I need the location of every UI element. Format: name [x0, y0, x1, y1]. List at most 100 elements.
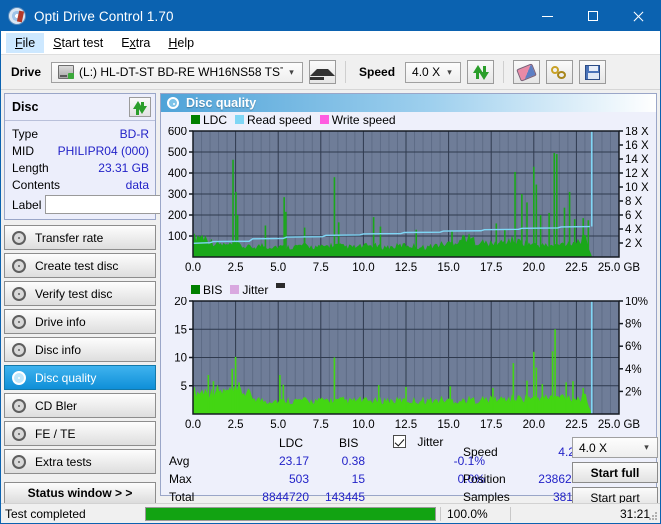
- stats-avg-ldc: 23.17: [278, 454, 309, 468]
- legend-label-ldc: LDC: [203, 112, 228, 127]
- stats-max-ldc: 503: [288, 472, 309, 486]
- stats-header-ldc: LDC: [279, 436, 304, 450]
- legend-label-bis: BIS: [203, 282, 223, 297]
- save-button[interactable]: [579, 60, 607, 84]
- drive-select[interactable]: (L:) HL-DT-ST BD-RE WH16NS58 TST4 ▾: [51, 61, 304, 83]
- sidebar-item-label: Extra tests: [35, 454, 92, 469]
- svg-text:8 X: 8 X: [625, 196, 643, 208]
- disc-icon: [12, 370, 26, 385]
- bottom-chart: 5 10 15 20 2% 4% 6% 8% 10% 0.0 2.5 5.0 7.5 10.0 12.5 15…: [174, 296, 648, 431]
- erase-button[interactable]: [513, 60, 541, 84]
- toolbar-divider-1: [345, 61, 347, 83]
- stats-total-bis: 143445: [324, 490, 365, 504]
- disc-label-label: Label: [12, 197, 42, 212]
- svg-text:14 X: 14 X: [625, 154, 649, 166]
- refresh-icon: [133, 100, 147, 115]
- status-window-button[interactable]: Status window > >: [4, 482, 156, 504]
- disc-type-value: BD-R: [119, 126, 149, 141]
- maximize-button[interactable]: [570, 1, 615, 31]
- start-full-button[interactable]: Start full: [572, 462, 658, 483]
- legend-label-jitter: Jitter: [242, 282, 269, 297]
- disc-panel-title: Disc: [12, 100, 39, 114]
- sidebar-item-create-test-disc[interactable]: Create test disc: [4, 253, 156, 278]
- svg-text:2.5: 2.5: [228, 262, 244, 274]
- svg-text:15.0: 15.0: [437, 419, 459, 431]
- svg-text:20.0: 20.0: [523, 262, 545, 274]
- svg-text:0.0: 0.0: [185, 262, 201, 274]
- status-message: Test completed: [5, 506, 86, 521]
- svg-text:22.5: 22.5: [565, 262, 587, 274]
- jitter-checkbox[interactable]: [393, 435, 406, 448]
- disc-mid-value: PHILIPR04 (000): [57, 143, 149, 158]
- menu-file[interactable]: File: [6, 32, 45, 53]
- sidebar-item-fe-te[interactable]: FE / TE: [4, 421, 156, 446]
- sidebar-item-extra-tests[interactable]: Extra tests: [4, 449, 156, 474]
- sidebar-item-cd-bler[interactable]: CD Bler: [4, 393, 156, 418]
- top-chart-legend: LDC Read speed Write speed: [161, 112, 656, 127]
- minimize-icon: [542, 15, 553, 17]
- svg-text:17.5: 17.5: [480, 262, 502, 274]
- sidebar-item-disc-quality[interactable]: Disc quality: [4, 365, 156, 390]
- svg-text:18 X: 18 X: [625, 127, 649, 138]
- menu-start-test[interactable]: Start test: [44, 33, 112, 53]
- legend-item-bis: BIS: [191, 283, 222, 297]
- svg-text:10: 10: [174, 353, 187, 365]
- pane-header: Disc quality: [161, 94, 656, 112]
- disc-icon: [12, 258, 26, 273]
- menu-help[interactable]: Help: [159, 33, 203, 53]
- chevron-down-icon: ▾: [644, 442, 649, 452]
- sidebar-item-disc-info[interactable]: Disc info: [4, 337, 156, 362]
- sidebar-item-verify-test-disc[interactable]: Verify test disc: [4, 281, 156, 306]
- menu-bar: File Start test Extra Help: [1, 31, 660, 55]
- position-stat-label: Position: [463, 472, 506, 486]
- svg-text:25.0 GB: 25.0 GB: [598, 419, 641, 431]
- jitter-checkbox-group[interactable]: Jitter: [393, 435, 443, 449]
- sidebar-item-transfer-rate[interactable]: Transfer rate: [4, 225, 156, 250]
- svg-text:7.5: 7.5: [313, 262, 329, 274]
- save-icon: [585, 64, 601, 80]
- keys-button[interactable]: [546, 60, 574, 84]
- legend-swatch-bis: [191, 285, 200, 294]
- disc-icon: [12, 454, 26, 469]
- eraser-icon: [516, 62, 537, 82]
- top-chart: 100 200 300 400 500 600 2 X 4 X 6 X 8 X 10 X 12 X 14…: [168, 126, 649, 274]
- speed-select[interactable]: 4.0 X ▾: [405, 61, 462, 83]
- refresh-button[interactable]: [467, 60, 495, 84]
- svg-text:10 X: 10 X: [625, 182, 649, 194]
- resize-grip-icon[interactable]: [648, 511, 658, 521]
- svg-text:600: 600: [168, 127, 187, 138]
- menu-file-label-rest: ile: [22, 35, 36, 50]
- legend-item-jitter: Jitter: [230, 283, 268, 297]
- svg-text:300: 300: [168, 189, 187, 201]
- refresh-icon: [472, 64, 489, 80]
- sidebar-item-label: Transfer rate: [35, 230, 104, 245]
- stats-row-label-avg: Avg: [169, 454, 190, 468]
- stats-avg-bis: 0.38: [341, 454, 365, 468]
- menu-extra[interactable]: Extra: [112, 33, 159, 53]
- disc-mid-label: MID: [12, 143, 34, 158]
- status-bar: Test completed 100.0% 31:21: [1, 503, 660, 523]
- svg-text:8%: 8%: [625, 319, 642, 331]
- sidebar-nav: Transfer rate Create test disc Verify te…: [4, 225, 156, 474]
- svg-text:2 X: 2 X: [625, 238, 643, 250]
- sidebar-item-label: Verify test disc: [35, 286, 113, 301]
- window-title: Opti Drive Control 1.70: [34, 8, 174, 24]
- disc-icon: [12, 230, 26, 245]
- test-speed-select[interactable]: 4.0 X ▾: [572, 437, 658, 458]
- sidebar-item-drive-info[interactable]: Drive info: [4, 309, 156, 334]
- sidebar-item-label: Disc info: [35, 342, 82, 357]
- disc-row-contents: Contents data: [12, 176, 149, 193]
- legend-label-write-speed: Write speed: [331, 112, 396, 127]
- disc-refresh-button[interactable]: [129, 97, 151, 117]
- sidebar-item-label: Disc quality: [35, 370, 97, 385]
- close-button[interactable]: [615, 1, 660, 31]
- disc-properties: Type BD-R MID PHILIPR04 (000) Length 23.…: [5, 121, 251, 219]
- disc-length-label: Length: [12, 160, 49, 175]
- disc-icon: [12, 314, 26, 329]
- eject-button[interactable]: [309, 60, 337, 84]
- disc-row-type: Type BD-R: [12, 125, 149, 142]
- minimize-button[interactable]: [525, 1, 570, 31]
- close-icon: [632, 11, 643, 22]
- svg-text:25.0 GB: 25.0 GB: [598, 262, 641, 274]
- svg-text:15.0: 15.0: [437, 262, 459, 274]
